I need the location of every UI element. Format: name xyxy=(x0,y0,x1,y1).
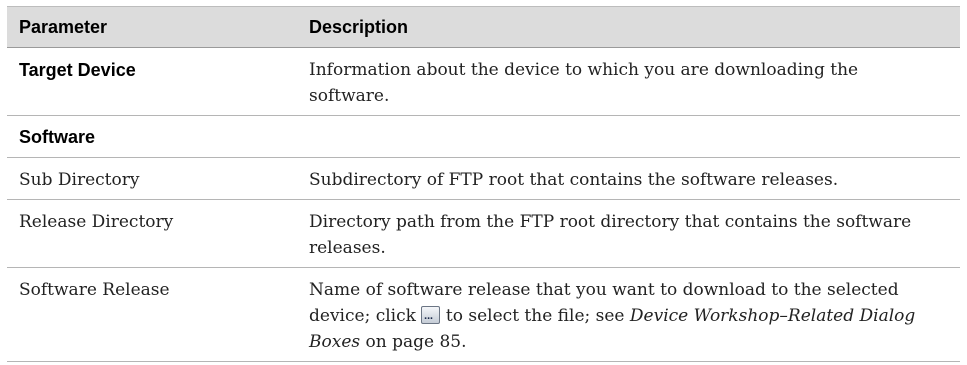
table-header-row: Parameter Description xyxy=(7,6,960,48)
table-row: Release Directory Directory path from th… xyxy=(7,199,960,268)
section-heading-cell: Software xyxy=(7,115,297,158)
parameter-cell: Software Release xyxy=(7,267,297,362)
description-cell: Directory path from the FTP root directo… xyxy=(297,199,960,268)
description-cell: Information about the device to which yo… xyxy=(297,47,960,116)
table-row: Target Device Information about the devi… xyxy=(7,47,960,116)
table-row: Software Release Name of software releas… xyxy=(7,267,960,362)
table-row: Sub Directory Subdirectory of FTP root t… xyxy=(7,157,960,200)
table-body: Target Device Information about the devi… xyxy=(7,47,960,362)
parameter-cell: Target Device xyxy=(7,47,297,116)
browse-ellipsis-icon xyxy=(420,306,440,324)
section-row: Software xyxy=(7,115,960,158)
column-header-parameter: Parameter xyxy=(7,6,297,48)
description-cell xyxy=(297,115,960,158)
description-text: to select the file; see xyxy=(445,306,625,326)
parameter-cell: Sub Directory xyxy=(7,157,297,200)
description-text: on page 85. xyxy=(365,332,467,352)
description-cell: Name of software release that you want t… xyxy=(297,267,960,362)
table-header: Parameter Description xyxy=(7,6,960,48)
parameter-description-table: Parameter Description Target Device Info… xyxy=(7,6,960,362)
parameter-cell: Release Directory xyxy=(7,199,297,268)
description-cell: Subdirectory of FTP root that contains t… xyxy=(297,157,960,200)
column-header-description: Description xyxy=(297,6,960,48)
